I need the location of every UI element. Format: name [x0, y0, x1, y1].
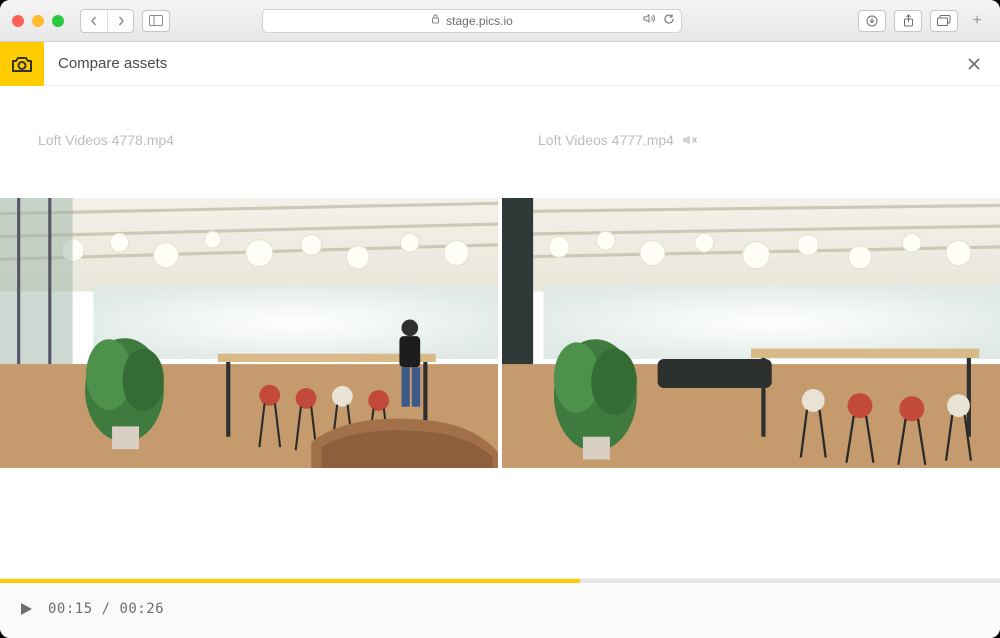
back-button[interactable]: [81, 10, 107, 32]
reload-icon[interactable]: [663, 13, 675, 28]
close-window-button[interactable]: [12, 15, 24, 27]
play-button[interactable]: [16, 599, 36, 619]
left-video-frame[interactable]: [0, 198, 498, 468]
url-text: stage.pics.io: [446, 14, 513, 28]
lock-icon: [431, 14, 440, 27]
tabs-button[interactable]: [930, 10, 958, 32]
mute-icon[interactable]: [682, 133, 698, 147]
right-video-frame[interactable]: [502, 198, 1000, 468]
share-button[interactable]: [894, 10, 922, 32]
duration: 00:26: [119, 601, 164, 617]
new-tab-button[interactable]: +: [966, 10, 988, 32]
forward-button[interactable]: [107, 10, 133, 32]
page-title: Compare assets: [58, 55, 167, 72]
downloads-button[interactable]: [858, 10, 886, 32]
maximize-window-button[interactable]: [52, 15, 64, 27]
browser-toolbar: stage.pics.io +: [0, 0, 1000, 42]
minimize-window-button[interactable]: [32, 15, 44, 27]
browser-right-tools: [858, 10, 958, 32]
progress-track[interactable]: [0, 579, 1000, 583]
app-logo[interactable]: [0, 42, 44, 86]
right-asset-filename: Loft Videos 4777.mp4: [538, 132, 674, 148]
left-asset-filename: Loft Videos 4778.mp4: [38, 132, 174, 148]
video-row: [0, 158, 1000, 468]
progress-fill: [0, 579, 580, 583]
current-time: 00:15: [48, 601, 93, 617]
player-bar: 00:15 / 00:26: [0, 578, 1000, 638]
sidebar-toggle-button[interactable]: [142, 10, 170, 32]
close-button[interactable]: [962, 52, 986, 76]
time-display: 00:15 / 00:26: [48, 601, 164, 617]
nav-buttons: [80, 9, 134, 33]
camera-icon: [11, 55, 33, 73]
browser-window: stage.pics.io +: [0, 0, 1000, 638]
asset-labels-row: Loft Videos 4778.mp4 Loft Videos 4777.mp…: [0, 86, 1000, 158]
right-asset-label: Loft Videos 4777.mp4: [500, 132, 1000, 148]
app-header: Compare assets: [0, 42, 1000, 86]
left-asset-label: Loft Videos 4778.mp4: [0, 132, 500, 148]
compare-area: Loft Videos 4778.mp4 Loft Videos 4777.mp…: [0, 86, 1000, 578]
address-bar[interactable]: stage.pics.io: [262, 9, 682, 33]
window-controls: [12, 15, 64, 27]
reader-audio-icon[interactable]: [643, 13, 657, 28]
